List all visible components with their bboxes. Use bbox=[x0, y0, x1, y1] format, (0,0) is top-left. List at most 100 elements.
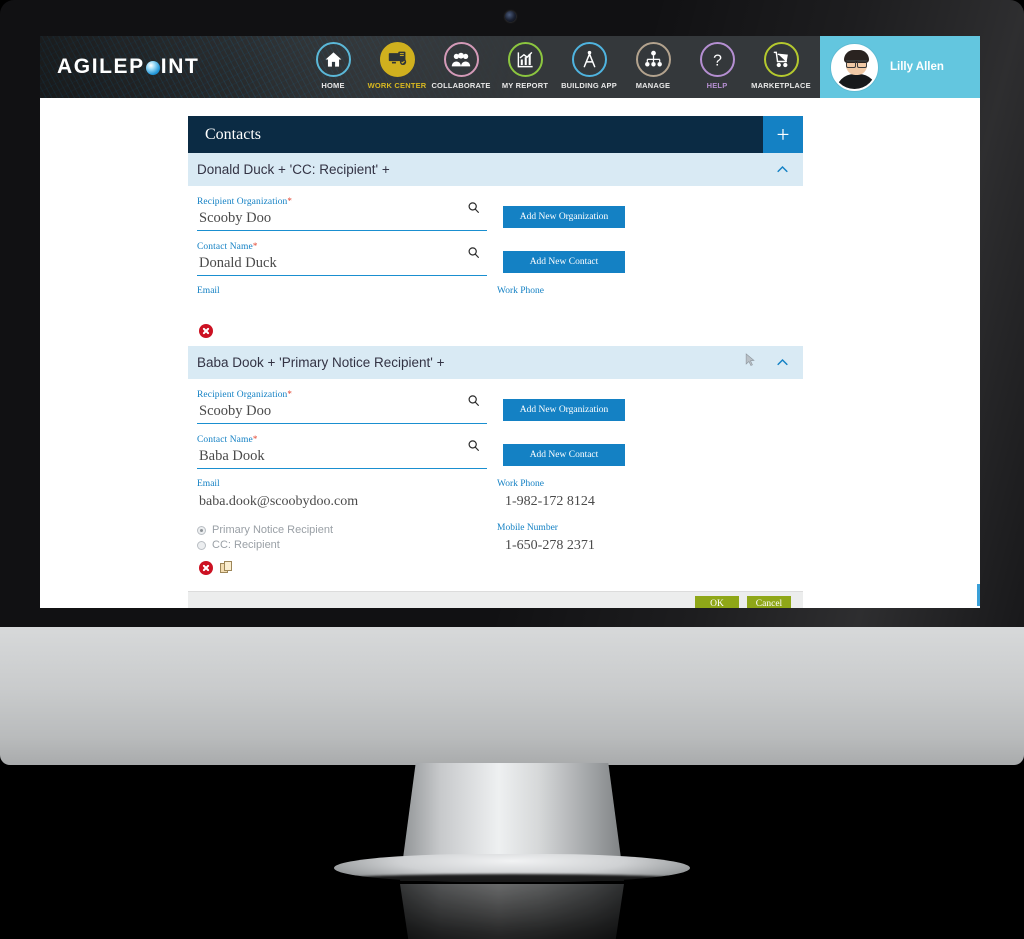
monitor-chin bbox=[0, 627, 1024, 765]
organization-field: Recipient Organization* bbox=[197, 389, 487, 424]
radio-cc-recipient[interactable]: CC: Recipient bbox=[197, 539, 497, 551]
search-icon[interactable] bbox=[467, 394, 480, 412]
organization-row: Recipient Organization* Add New Organizat… bbox=[197, 389, 803, 424]
logo-dot-icon bbox=[145, 61, 160, 75]
delete-row-icon[interactable] bbox=[199, 561, 213, 575]
organization-input[interactable] bbox=[197, 207, 487, 231]
nav-item-home[interactable]: HOME bbox=[305, 42, 361, 90]
app-header: AGILEP INT HOME WORK CENTER COLLABORATE MY … bbox=[40, 36, 980, 98]
email-value bbox=[197, 301, 497, 318]
nav-item-manage[interactable]: MANAGE bbox=[625, 42, 681, 90]
svg-text:?: ? bbox=[713, 52, 722, 69]
radio-button-icon bbox=[197, 525, 206, 535]
add-new-contact-button[interactable]: Add New Contact bbox=[503, 444, 625, 466]
cart-icon bbox=[763, 42, 799, 77]
logo-text-left: AGILEP bbox=[57, 55, 145, 78]
delete-row-icon[interactable] bbox=[199, 324, 213, 338]
organization-field: Recipient Organization* bbox=[197, 196, 487, 231]
section-header[interactable]: Baba Dook + 'Primary Notice Recipient' + bbox=[188, 346, 803, 379]
search-icon[interactable] bbox=[467, 201, 480, 219]
add-new-organization-button[interactable]: Add New Organization bbox=[503, 399, 625, 421]
work-phone-label: Work Phone bbox=[497, 479, 544, 489]
compass-icon bbox=[571, 42, 607, 77]
email-label: Email bbox=[197, 479, 220, 489]
email-phone-row: Email Work Phone bbox=[197, 286, 803, 318]
nav-item-label: BUILDING APP bbox=[561, 81, 617, 90]
mobile-number-label: Mobile Number bbox=[497, 523, 558, 533]
radio-primary-notice-recipient[interactable]: Primary Notice Recipient bbox=[197, 524, 497, 536]
mobile-number-value: 1-650-278 2371 bbox=[505, 538, 595, 553]
contact-name-row: Contact Name* Add New Contact bbox=[197, 241, 803, 276]
nav-item-label: MY REPORT bbox=[501, 81, 549, 90]
dialog-footer: OK Cancel bbox=[188, 591, 803, 608]
search-icon[interactable] bbox=[467, 246, 480, 264]
phone-column: Work Phone bbox=[497, 286, 797, 318]
nav-item-label: WORK CENTER bbox=[367, 81, 427, 90]
nav-item-building-app[interactable]: BUILDING APP bbox=[561, 42, 617, 90]
phone-column: Work Phone 1-982-172 8124 Mobile Number 1-6… bbox=[497, 479, 797, 555]
organization-row: Recipient Organization* Add New Organizat… bbox=[197, 196, 803, 231]
contact-name-field: Contact Name* bbox=[197, 241, 487, 276]
section-body: Recipient Organization* Add New Organizat… bbox=[188, 186, 803, 346]
page-content: Contacts + Donald Duck + 'CC: Recipient'… bbox=[40, 98, 980, 608]
contact-name-row: Contact Name* Add New Contact bbox=[197, 434, 803, 469]
contact-name-field: Contact Name* bbox=[197, 434, 487, 469]
agilepoint-logo[interactable]: AGILEP INT bbox=[57, 55, 199, 79]
nav-item-work-center[interactable]: WORK CENTER bbox=[367, 42, 427, 90]
required-marker: * bbox=[287, 389, 293, 399]
radio-label: CC: Recipient bbox=[212, 539, 280, 551]
nav-item-label: MANAGE bbox=[635, 81, 671, 90]
email-column: Email baba.dook@scoobydoo.com Primary Noti… bbox=[197, 479, 497, 555]
logo-text-right: INT bbox=[160, 55, 200, 78]
nav-item-help[interactable]: ? HELP bbox=[689, 42, 745, 90]
stand-shadow bbox=[338, 874, 686, 884]
work-phone-value: 1-982-172 8124 bbox=[505, 494, 595, 509]
work-phone-value bbox=[497, 301, 797, 318]
contact-name-input[interactable] bbox=[197, 445, 487, 469]
radio-label: Primary Notice Recipient bbox=[212, 524, 334, 536]
question-mark-icon: ? bbox=[699, 42, 735, 77]
nav-item-collaborate[interactable]: COLLABORATE bbox=[431, 42, 491, 90]
page-title: Contacts bbox=[205, 125, 261, 143]
email-phone-row: Email baba.dook@scoobydoo.com Primary Noti… bbox=[197, 479, 803, 555]
organization-label: Recipient Organization* bbox=[197, 389, 293, 400]
nav-item-my-report[interactable]: MY REPORT bbox=[497, 42, 553, 90]
screenshot-root: AGILEP INT HOME WORK CENTER COLLABORATE MY … bbox=[0, 0, 1024, 939]
people-icon bbox=[443, 42, 479, 77]
email-column: Email bbox=[197, 286, 497, 318]
add-new-contact-button[interactable]: Add New Contact bbox=[503, 251, 625, 273]
email-value: baba.dook@scoobydoo.com bbox=[199, 494, 359, 509]
nav-item-label: HELP bbox=[706, 81, 728, 90]
ok-button[interactable]: OK bbox=[695, 595, 739, 608]
organization-input[interactable] bbox=[197, 400, 487, 424]
organization-label: Recipient Organization* bbox=[197, 196, 293, 207]
contact-section: Donald Duck + 'CC: Recipient' + Recipient… bbox=[188, 153, 803, 346]
add-new-organization-button[interactable]: Add New Organization bbox=[503, 206, 625, 228]
add-contact-button[interactable]: + bbox=[763, 116, 803, 153]
required-marker: * bbox=[287, 196, 293, 206]
main-nav: HOME WORK CENTER COLLABORATE MY REPORT BUILD… bbox=[305, 42, 873, 90]
row-action-icons bbox=[197, 555, 803, 583]
cancel-button[interactable]: Cancel bbox=[747, 595, 791, 608]
copy-row-icon[interactable] bbox=[220, 561, 234, 575]
section-header-label: Donald Duck + 'CC: Recipient' + bbox=[197, 162, 390, 177]
chevron-up-icon[interactable] bbox=[775, 355, 790, 373]
contact-name-label: Contact Name* bbox=[197, 241, 258, 252]
nav-item-marketplace[interactable]: MARKETPLACE bbox=[751, 42, 811, 90]
required-marker: * bbox=[252, 434, 258, 444]
nav-item-label: HOME bbox=[321, 81, 345, 90]
screen-viewport: AGILEP INT HOME WORK CENTER COLLABORATE MY … bbox=[40, 36, 980, 608]
section-body: Recipient Organization* Add New Organizat… bbox=[188, 379, 803, 583]
nav-item-label: COLLABORATE bbox=[431, 81, 491, 90]
required-marker: * bbox=[252, 241, 258, 251]
radio-button-icon bbox=[197, 540, 206, 550]
search-icon[interactable] bbox=[467, 439, 480, 457]
mouse-cursor-icon bbox=[745, 353, 756, 370]
contact-section: Baba Dook + 'Primary Notice Recipient' +… bbox=[188, 346, 803, 583]
chevron-up-icon[interactable] bbox=[775, 162, 790, 180]
contact-name-input[interactable] bbox=[197, 252, 487, 276]
scrollbar-accent[interactable] bbox=[977, 584, 980, 606]
email-label: Email bbox=[197, 286, 220, 296]
section-header[interactable]: Donald Duck + 'CC: Recipient' + bbox=[188, 153, 803, 186]
user-profile[interactable]: Lilly Allen bbox=[820, 36, 980, 98]
